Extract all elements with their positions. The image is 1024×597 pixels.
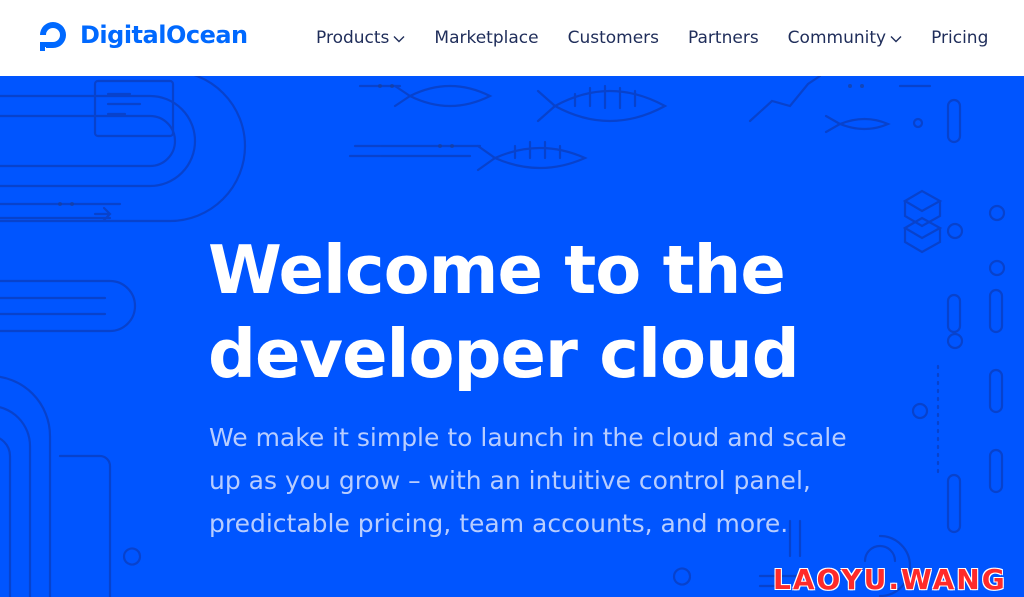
- top-navbar: DigitalOcean Products Marketplace Custom…: [0, 0, 1024, 76]
- nav-item-community[interactable]: Community: [788, 28, 902, 48]
- hero-subtitle: We make it simple to launch in the cloud…: [209, 423, 847, 538]
- nav-item-label: Partners: [688, 28, 759, 48]
- nav-item-label: Products: [316, 28, 390, 48]
- nav-item-label: Community: [787, 28, 887, 48]
- brand-name: DigitalOcean: [80, 21, 248, 49]
- brand-logo[interactable]: DigitalOcean: [35, 17, 248, 53]
- hero-title-line2: developer cloud: [208, 315, 800, 393]
- chevron-down-icon: [890, 36, 902, 43]
- nav-item-products[interactable]: Products: [316, 28, 405, 48]
- hero-title: Welcome to the developer cloud: [208, 228, 808, 396]
- nav-item-label: Marketplace: [434, 28, 539, 48]
- hero-title-line1: Welcome to the: [208, 231, 786, 309]
- nav-item-partners[interactable]: Partners: [688, 28, 759, 48]
- watermark-text: LAOYU.WANG: [773, 563, 1007, 596]
- main-nav: Products Marketplace Customers Partners …: [316, 0, 988, 76]
- hero-section: Welcome to the developer cloud We make i…: [0, 76, 1024, 597]
- digitalocean-logo-icon: [40, 22, 66, 51]
- nav-item-customers[interactable]: Customers: [568, 28, 659, 48]
- nav-item-marketplace[interactable]: Marketplace: [434, 28, 538, 48]
- chevron-down-icon: [393, 36, 405, 43]
- nav-item-label: Pricing: [931, 28, 989, 48]
- nav-item-pricing[interactable]: Pricing: [931, 28, 988, 48]
- nav-item-label: Customers: [567, 28, 660, 48]
